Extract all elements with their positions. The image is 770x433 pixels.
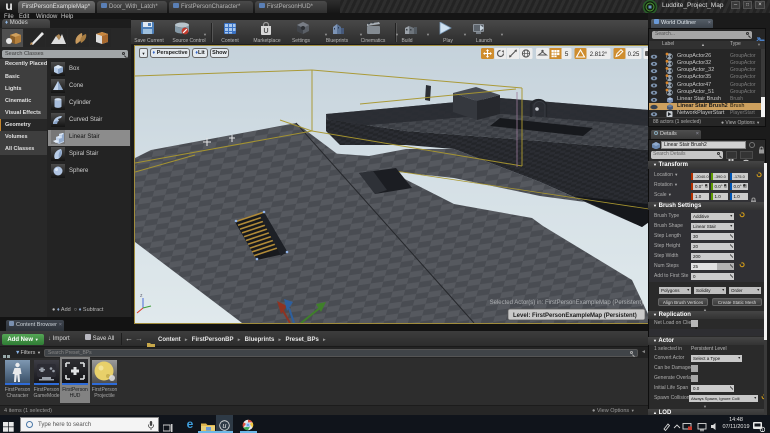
svg-text:u: u (223, 423, 227, 430)
svg-text:U: U (263, 28, 268, 35)
svg-text:Selected Actor(s) in: FirstPe: Selected Actor(s) in: FirstPersonExample… (490, 300, 643, 306)
svg-text:0.25: 0.25 (628, 52, 640, 58)
svg-text:5: 5 (565, 51, 569, 58)
svg-text:Level: FirstPersonExampleMap: Level: FirstPersonExampleMap (Persistent… (513, 313, 637, 319)
svg-text:2.812°: 2.812° (590, 52, 608, 58)
